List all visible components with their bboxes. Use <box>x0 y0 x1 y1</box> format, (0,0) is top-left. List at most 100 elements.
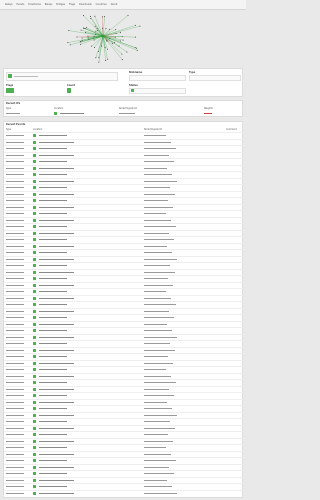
nav-item-8[interactable]: About <box>111 3 118 6</box>
table-row[interactable] <box>4 223 243 228</box>
table-row[interactable] <box>4 385 243 391</box>
table-row[interactable] <box>4 457 243 462</box>
table-row[interactable] <box>4 431 243 436</box>
nav-item-0[interactable]: Relays <box>5 3 13 6</box>
row-action-button[interactable] <box>33 433 37 436</box>
row-action-button[interactable] <box>33 238 37 241</box>
row-action-button[interactable] <box>33 264 37 267</box>
search-button[interactable] <box>8 74 12 78</box>
table-row[interactable] <box>4 190 243 196</box>
table-row[interactable] <box>4 151 243 157</box>
row-action-button[interactable] <box>33 426 37 430</box>
table-row[interactable] <box>4 411 243 417</box>
row-action-button[interactable] <box>33 465 37 469</box>
table-row[interactable] <box>4 320 243 326</box>
row-action-button[interactable] <box>33 446 37 449</box>
nav-item-2[interactable]: Directories <box>28 3 40 6</box>
table-row[interactable] <box>4 359 243 365</box>
table-row[interactable] <box>4 242 243 248</box>
nav-item-1[interactable]: Events <box>17 3 25 6</box>
row-action-button[interactable] <box>33 394 37 397</box>
row-action-button[interactable] <box>33 199 37 202</box>
table-row[interactable] <box>4 210 243 215</box>
table-row[interactable] <box>4 281 243 287</box>
table-row[interactable] <box>4 171 243 176</box>
table-row[interactable] <box>4 424 243 430</box>
table-row[interactable] <box>4 177 243 183</box>
table-row[interactable] <box>4 379 243 384</box>
row-action-button[interactable] <box>33 205 37 209</box>
row-action-button[interactable] <box>33 309 37 313</box>
row-action-button[interactable] <box>33 452 37 456</box>
row-action-button[interactable] <box>33 212 37 215</box>
row-action-button[interactable] <box>33 277 37 280</box>
table-row[interactable] <box>4 444 243 449</box>
table-row[interactable] <box>4 294 243 300</box>
row-action-button[interactable] <box>33 296 37 300</box>
table-row[interactable] <box>4 197 243 202</box>
table-row[interactable] <box>4 353 243 358</box>
row-action-button[interactable] <box>33 381 37 384</box>
table-row[interactable] <box>4 437 243 443</box>
table-row[interactable] <box>4 255 243 261</box>
row-action-button[interactable] <box>33 374 37 378</box>
row-action-button[interactable] <box>33 355 37 358</box>
table-row[interactable] <box>4 372 243 378</box>
row-action-button[interactable] <box>33 485 37 488</box>
row-action-button[interactable] <box>33 218 37 222</box>
row-action-button[interactable] <box>33 400 37 404</box>
row-action-button[interactable] <box>33 342 37 345</box>
table-row[interactable] <box>4 489 243 495</box>
nav-item-6[interactable]: Downloads <box>79 3 92 6</box>
row-action-button[interactable] <box>33 472 37 475</box>
nav-item-3[interactable]: Relays <box>45 3 53 6</box>
row-action-button[interactable] <box>33 134 37 137</box>
table-row[interactable] <box>4 327 243 332</box>
table-row[interactable] <box>4 301 243 306</box>
table-row[interactable] <box>4 288 243 293</box>
row-action-button[interactable] <box>33 478 37 482</box>
table-row[interactable] <box>4 307 243 313</box>
row-action-button[interactable] <box>33 459 37 462</box>
row-action-button[interactable] <box>33 140 37 144</box>
table-row[interactable] <box>4 405 243 410</box>
row-action-button[interactable] <box>33 251 37 254</box>
table-row[interactable] <box>4 340 243 345</box>
table-row[interactable] <box>4 229 243 235</box>
row-action-button[interactable] <box>33 225 37 228</box>
row-action-button[interactable] <box>33 166 37 170</box>
row-action-button[interactable] <box>33 387 37 391</box>
row-action-button[interactable] <box>33 270 37 274</box>
table-row[interactable] <box>4 145 243 150</box>
row-action-button[interactable] <box>33 173 37 176</box>
table-row[interactable] <box>4 392 243 397</box>
row-action-button[interactable] <box>33 153 37 157</box>
row-action-button[interactable] <box>33 186 37 189</box>
row-action-button[interactable] <box>33 147 37 150</box>
row-action-button[interactable] <box>33 329 37 332</box>
table-row[interactable] <box>4 314 243 319</box>
table-row[interactable] <box>4 262 243 267</box>
row-action-button[interactable] <box>33 491 37 495</box>
table-row[interactable] <box>4 158 243 163</box>
table-row[interactable] <box>4 398 243 404</box>
nav-item-7[interactable]: Countries <box>96 3 107 6</box>
table-row[interactable] <box>4 483 243 488</box>
row-action-button[interactable] <box>33 348 37 352</box>
row-action-button[interactable] <box>33 290 37 293</box>
table-row[interactable] <box>4 184 243 189</box>
table-row[interactable] <box>4 418 243 423</box>
row-action-button[interactable] <box>33 322 37 326</box>
row-action-button[interactable] <box>33 257 37 261</box>
recent-ips-action-button[interactable] <box>54 111 58 115</box>
table-row[interactable] <box>4 470 243 475</box>
table-row[interactable] <box>4 366 243 371</box>
row-action-button[interactable] <box>33 361 37 365</box>
row-action-button[interactable] <box>33 231 37 235</box>
row-action-button[interactable] <box>33 420 37 423</box>
row-action-button[interactable] <box>33 244 37 248</box>
table-row[interactable] <box>4 268 243 274</box>
nav-item-4[interactable]: Bridges <box>56 3 65 6</box>
table-row[interactable] <box>4 216 243 222</box>
table-row[interactable] <box>4 236 243 241</box>
